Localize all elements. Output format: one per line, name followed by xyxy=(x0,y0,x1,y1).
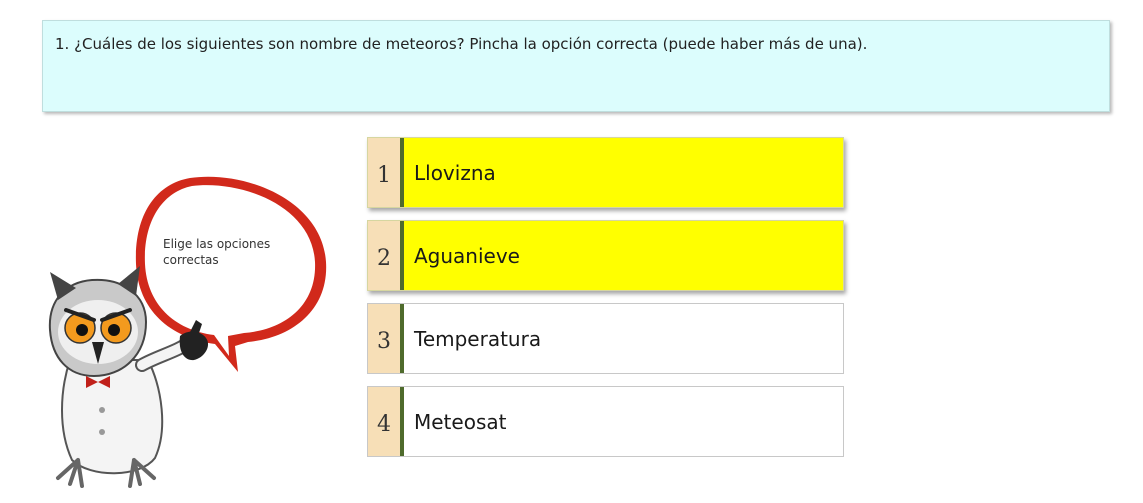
option-2[interactable]: 2 Aguanieve xyxy=(367,220,844,291)
option-number: 3 xyxy=(368,304,404,373)
option-number: 4 xyxy=(368,387,404,456)
bubble-line-1: Elige las opciones xyxy=(163,237,271,251)
option-label: Aguanieve xyxy=(414,243,520,268)
option-1[interactable]: 1 Llovizna xyxy=(367,137,844,208)
question-text: 1. ¿Cuáles de los siguientes son nombre … xyxy=(55,35,868,53)
option-label: Meteosat xyxy=(414,409,507,434)
speech-bubble xyxy=(135,176,327,372)
speech-bubble-text: Elige las opciones correctas xyxy=(163,236,323,268)
option-3[interactable]: 3 Temperatura xyxy=(367,303,844,374)
option-4[interactable]: 4 Meteosat xyxy=(367,386,844,457)
option-number: 2 xyxy=(368,221,404,290)
option-number: 1 xyxy=(368,138,404,207)
bubble-line-2: correctas xyxy=(163,253,219,267)
owl-mascot-illustration xyxy=(48,176,327,488)
option-label: Temperatura xyxy=(414,326,542,351)
option-label: Llovizna xyxy=(414,160,496,185)
question-panel: 1. ¿Cuáles de los siguientes son nombre … xyxy=(42,20,1110,112)
